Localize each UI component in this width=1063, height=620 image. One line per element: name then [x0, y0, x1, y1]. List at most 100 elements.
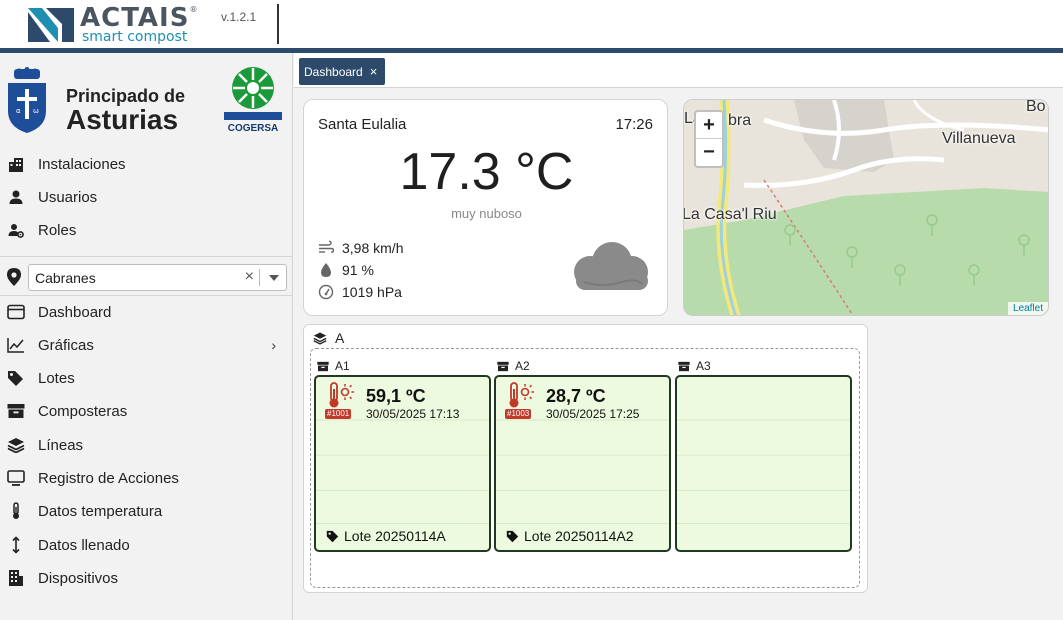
app-header: ACTAIS® smart compost v.1.2.1 [0, 0, 1063, 48]
archive-icon [317, 361, 329, 371]
archive-icon [7, 402, 25, 420]
bin-label-a3: A3 [678, 359, 711, 373]
line-name: A [335, 330, 345, 346]
compost-bin-a3[interactable] [675, 375, 852, 552]
sidebar-item-registro-acciones[interactable]: Registro de Acciones [0, 463, 292, 493]
sidebar-item-label: Líneas [38, 436, 84, 454]
wind-icon [319, 240, 334, 253]
close-icon[interactable]: × [370, 64, 378, 79]
weather-time: 17:26 [615, 116, 653, 133]
device-badge: #1003 [505, 409, 532, 419]
compost-bin-a1[interactable]: #1001 59,1 ºC 30/05/2025 17:13 Lote 2025… [314, 375, 491, 552]
sidebar: α ω Principado de Asturias COGERSA Insta… [0, 53, 293, 620]
weather-location: Santa Eulalia [318, 116, 407, 133]
tags-icon [7, 369, 25, 387]
header-separator [277, 4, 279, 44]
sidebar-item-datos-temperatura[interactable]: Datos temperatura [0, 496, 292, 526]
sidebar-item-lotes[interactable]: Lotes [0, 363, 292, 393]
tag-icon [326, 530, 339, 542]
thermometer-icon [7, 502, 25, 520]
chevron-down-icon[interactable] [269, 275, 279, 281]
tag-icon [506, 530, 519, 542]
svg-text:ω: ω [33, 107, 39, 115]
bin-temperature: 28,7 ºC [546, 386, 606, 406]
app-version: v.1.2.1 [221, 10, 257, 24]
select-separator [259, 269, 260, 286]
sidebar-item-usuarios[interactable]: Usuarios [0, 182, 292, 212]
location-selector-row: Cabranes × [0, 262, 292, 292]
map-label: Bo [1026, 99, 1046, 115]
map-label: La Casa'l Riu [683, 206, 777, 223]
archive-icon [678, 361, 690, 371]
compost-bin-a2[interactable]: #1003 28,7 ºC 30/05/2025 17:25 Lote 2025… [494, 375, 671, 552]
tab-dashboard[interactable]: Dashboard × [299, 58, 386, 85]
cogersa-logo: COGERSA [222, 66, 284, 134]
sidebar-item-lineas[interactable]: Líneas [0, 430, 292, 460]
sidebar-item-label: Dashboard [38, 303, 112, 321]
user-icon [7, 188, 25, 206]
weather-wind: 3,98 km/h [318, 240, 403, 256]
sidebar-item-composteras[interactable]: Composteras [0, 396, 292, 426]
weather-pressure: 1019 hPa [318, 284, 402, 300]
droplet-icon [321, 263, 331, 277]
sidebar-item-graficas[interactable]: Gráficas › [0, 330, 292, 360]
sidebar-divider [0, 256, 292, 257]
chevron-right-icon: › [271, 337, 276, 353]
layers-icon [313, 332, 327, 345]
user-gear-icon [7, 221, 25, 239]
bin-label-a2: A2 [497, 359, 530, 373]
map-attribution-link[interactable]: Leaflet [1007, 302, 1048, 315]
window-icon [7, 303, 25, 321]
layers-icon [7, 436, 25, 454]
bin-fill-grid [677, 419, 850, 525]
wind-value: 3,98 km/h [342, 240, 404, 256]
weather-humidity: 91 % [318, 262, 374, 278]
bin-label-a1: A1 [317, 359, 350, 373]
line-chart-icon [7, 336, 25, 354]
sidebar-item-label: Registro de Acciones [38, 469, 179, 487]
location-value: Cabranes [35, 270, 96, 286]
actais-logo-icon [28, 8, 74, 42]
sidebar-item-label: Usuarios [38, 188, 98, 206]
building-icon [7, 155, 25, 173]
monitor-icon [7, 469, 25, 487]
cloud-icon [574, 242, 648, 290]
sidebar-item-label: Datos llenado [38, 536, 130, 554]
sidebar-item-roles[interactable]: Roles [0, 215, 292, 245]
building-icon [7, 569, 25, 587]
humidity-value: 91 % [342, 262, 374, 278]
sidebar-item-label: Composteras [38, 402, 128, 420]
sidebar-item-label: Dispositivos [38, 569, 119, 587]
sidebar-item-instalaciones[interactable]: Instalaciones [0, 149, 292, 179]
zoom-in-button[interactable]: + [696, 112, 722, 139]
tab-bar: Dashboard × [294, 53, 1063, 88]
map-label: Villanueva [942, 130, 1016, 147]
weather-temperature: 17.3 °C [399, 143, 574, 201]
sidebar-item-dashboard[interactable]: Dashboard [0, 297, 292, 327]
sidebar-item-dispositivos[interactable]: Dispositivos [0, 563, 292, 593]
weather-card: Santa Eulalia 17:26 17.3 °C muy nuboso 3… [303, 99, 668, 316]
arrows-vertical-icon [7, 536, 25, 554]
sidebar-item-label: Roles [38, 221, 77, 239]
bin-reading-date: 30/05/2025 17:13 [366, 407, 460, 421]
sidebar-item-label: Gráficas [38, 336, 94, 354]
map-label: bra [728, 112, 752, 129]
location-select[interactable]: Cabranes × [28, 264, 287, 291]
map-pin-icon [7, 268, 21, 286]
zoom-out-button[interactable]: − [696, 139, 722, 166]
cogersa-emblem-icon [224, 67, 282, 120]
zoom-control: + − [694, 110, 724, 168]
device-badge: #1001 [325, 409, 352, 419]
map-view[interactable]: La bra Bo Villanueva La Casa'l Riu + − L… [683, 99, 1049, 316]
archive-icon [497, 361, 509, 371]
pressure-value: 1019 hPa [342, 284, 402, 300]
org-name: Principado de Asturias [66, 86, 186, 135]
bin-lote: Lote 20250114A [326, 528, 446, 544]
sidebar-divider [0, 295, 292, 296]
bin-temperature: 59,1 ºC [366, 386, 426, 406]
sidebar-item-datos-llenado[interactable]: Datos llenado [0, 530, 292, 560]
bin-lote: Lote 20250114A2 [506, 528, 634, 544]
location-clear-icon[interactable]: × [245, 268, 254, 286]
weather-description: muy nuboso [451, 206, 522, 221]
sidebar-item-label: Lotes [38, 369, 75, 387]
